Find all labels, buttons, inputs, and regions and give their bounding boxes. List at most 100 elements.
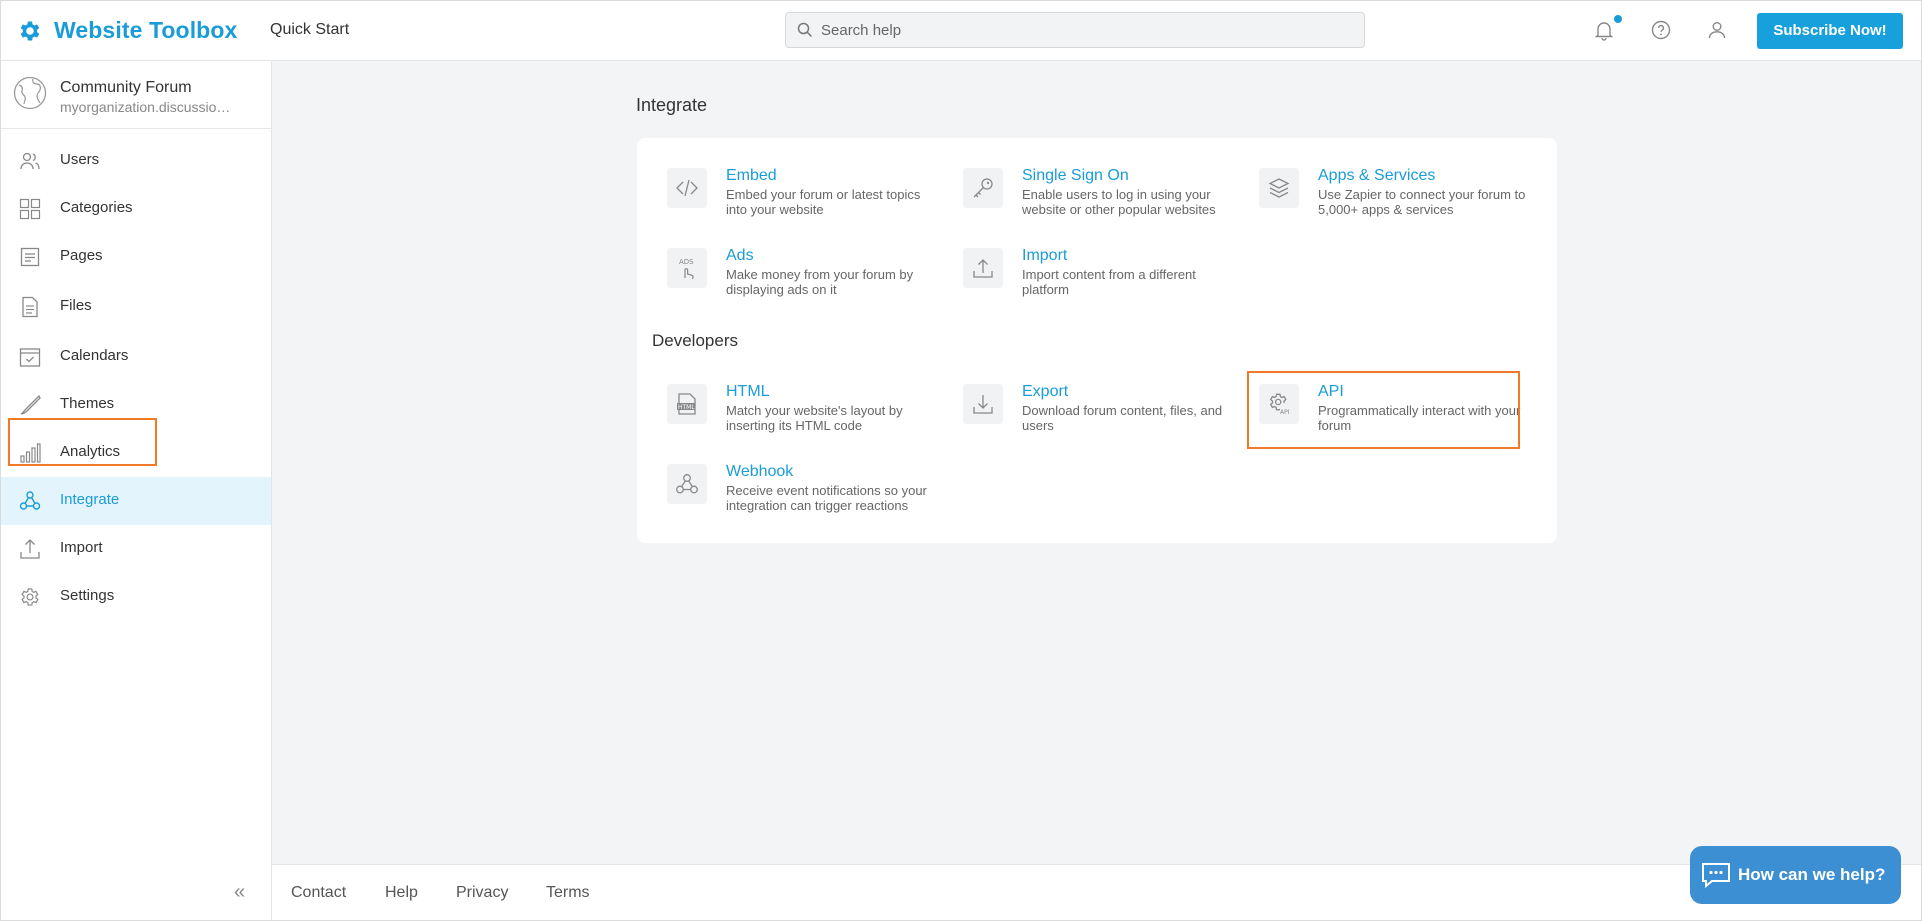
integration-single-sign-on[interactable]: Single Sign On Enable users to log in us…: [963, 167, 1243, 237]
item-description: Make money from your forum by displaying…: [726, 267, 914, 297]
developers-title: Developers: [652, 331, 738, 350]
search-box[interactable]: [785, 12, 1365, 48]
item-description: Receive event notifications so your inte…: [726, 483, 927, 513]
api-tile: API: [1259, 384, 1299, 424]
upload-icon: [973, 259, 993, 278]
sidebar-item-pages[interactable]: Pages: [0, 233, 271, 281]
sidebar-item-label: Categories: [60, 199, 133, 216]
gear-logo-icon: [20, 20, 40, 41]
item-title: Export: [1022, 383, 1069, 400]
developer-webhook[interactable]: Webhook Receive event notifications so y…: [667, 463, 947, 533]
sidebar-item-themes[interactable]: Themes: [0, 381, 271, 429]
sidebar-item-analytics[interactable]: Analytics: [0, 429, 271, 477]
download-icon: [973, 395, 993, 414]
help-icon[interactable]: [1649, 18, 1673, 42]
chat-button-label: How can we help?: [1738, 865, 1886, 884]
grid-icon: [19, 198, 41, 220]
sidebar-item-label: Themes: [60, 395, 115, 412]
item-description: Enable users to log in using your websit…: [1022, 187, 1216, 217]
item-description: Import content from a different platform: [1022, 267, 1196, 297]
footer: Contact Help Privacy Terms: [272, 864, 1922, 921]
svg-text:HTML: HTML: [678, 404, 695, 411]
sidebar-item-integrate[interactable]: Integrate: [0, 477, 271, 525]
quick-start-link[interactable]: Quick Start: [270, 21, 349, 39]
key-icon: [973, 178, 993, 198]
collapse-sidebar-button[interactable]: «: [234, 881, 245, 904]
users-icon: [20, 152, 40, 170]
calendar-icon: [19, 348, 41, 367]
upload-icon: [20, 539, 40, 559]
layers-icon: [1268, 178, 1290, 198]
apps-tile: [1259, 168, 1299, 208]
sidebar-item-label: Files: [60, 297, 92, 314]
sidebar-item-label: Analytics: [60, 443, 121, 460]
file-icon: [22, 296, 38, 318]
sidebar-item-categories[interactable]: Categories: [0, 185, 271, 233]
brush-icon: [20, 394, 41, 415]
footer-link-help[interactable]: Help: [385, 884, 418, 902]
export-tile: [963, 384, 1003, 424]
sidebar-item-label: Import: [60, 539, 103, 556]
item-description: Embed your forum or latest topics into y…: [726, 187, 921, 217]
top-bar: Website Toolbox Quick Start Subscribe No…: [0, 0, 1922, 61]
sidebar-item-calendars[interactable]: Calendars: [0, 333, 271, 381]
item-title: HTML: [726, 383, 770, 400]
sidebar-item-label: Settings: [60, 587, 115, 604]
notification-dot: [1614, 15, 1622, 23]
help-chat-button[interactable]: How can we help?: [1690, 846, 1901, 904]
sidebar-item-users[interactable]: Users: [0, 137, 271, 185]
ads-tile: ADS: [667, 248, 707, 288]
item-title: Import: [1022, 247, 1068, 264]
item-title: Webhook: [726, 463, 794, 480]
sidebar-item-label: Pages: [60, 247, 103, 264]
globe-icon: [13, 76, 47, 110]
integration-ads[interactable]: ADS Ads Make money from your forum by di…: [667, 247, 947, 317]
bar-chart-icon: [20, 443, 41, 463]
sidebar-item-label: Users: [60, 151, 100, 168]
html-tile: HTML: [667, 384, 707, 424]
page-icon: [20, 247, 40, 267]
integrations-card: Embed Embed your forum or latest topics …: [637, 138, 1557, 543]
api-gear-icon: API: [1269, 393, 1290, 416]
sso-tile: [963, 168, 1003, 208]
developer-api[interactable]: API API Programmatically interact with y…: [1259, 383, 1539, 453]
footer-link-terms[interactable]: Terms: [546, 884, 590, 902]
item-description: Match your website's layout by inserting…: [726, 403, 903, 433]
sidebar-item-label: Integrate: [60, 491, 120, 508]
developer-html[interactable]: HTML HTML Match your website's layout by…: [667, 383, 947, 453]
import-tile: [963, 248, 1003, 288]
item-title: Ads: [726, 247, 754, 264]
webhook-icon: [676, 474, 698, 494]
page-title: Integrate: [636, 95, 708, 115]
search-input[interactable]: [821, 13, 1351, 47]
brand-name: Website Toolbox: [54, 17, 238, 43]
embed-tile: [667, 168, 707, 208]
integration-import[interactable]: Import Import content from a different p…: [963, 247, 1243, 317]
item-title: API: [1318, 383, 1344, 400]
bell-icon[interactable]: [1592, 18, 1616, 42]
sidebar-item-files[interactable]: Files: [0, 283, 271, 331]
item-description: Download forum content, files, and users: [1022, 403, 1223, 433]
user-icon[interactable]: [1705, 18, 1729, 42]
developer-export[interactable]: Export Download forum content, files, an…: [963, 383, 1243, 453]
integration-embed[interactable]: Embed Embed your forum or latest topics …: [667, 167, 947, 237]
item-description: Programmatically interact with your foru…: [1318, 403, 1521, 433]
brand-logo[interactable]: Website Toolbox: [17, 17, 237, 44]
forum-selector[interactable]: Community Forum myorganization.discussio…: [0, 61, 271, 129]
sidebar-item-import[interactable]: Import: [0, 525, 271, 573]
forum-url: myorganization.discussion.community: [60, 99, 238, 115]
footer-link-privacy[interactable]: Privacy: [456, 884, 508, 902]
webhook-icon: [19, 491, 41, 510]
subscribe-button[interactable]: Subscribe Now!: [1757, 13, 1903, 49]
footer-link-contact[interactable]: Contact: [291, 884, 346, 902]
gear-icon: [21, 588, 39, 606]
ads-icon: ADS: [679, 258, 694, 280]
sidebar: Community Forum myorganization.discussio…: [0, 61, 272, 921]
item-description: Use Zapier to connect your forum to 5,00…: [1318, 187, 1526, 217]
item-title: Single Sign On: [1022, 167, 1129, 184]
chat-bubble-icon: [1702, 863, 1730, 889]
html-icon: HTML: [677, 393, 696, 415]
sidebar-item-settings[interactable]: Settings: [0, 573, 271, 621]
sidebar-item-label: Calendars: [60, 347, 129, 364]
integration-apps-services[interactable]: Apps & Services Use Zapier to connect yo…: [1259, 167, 1539, 237]
